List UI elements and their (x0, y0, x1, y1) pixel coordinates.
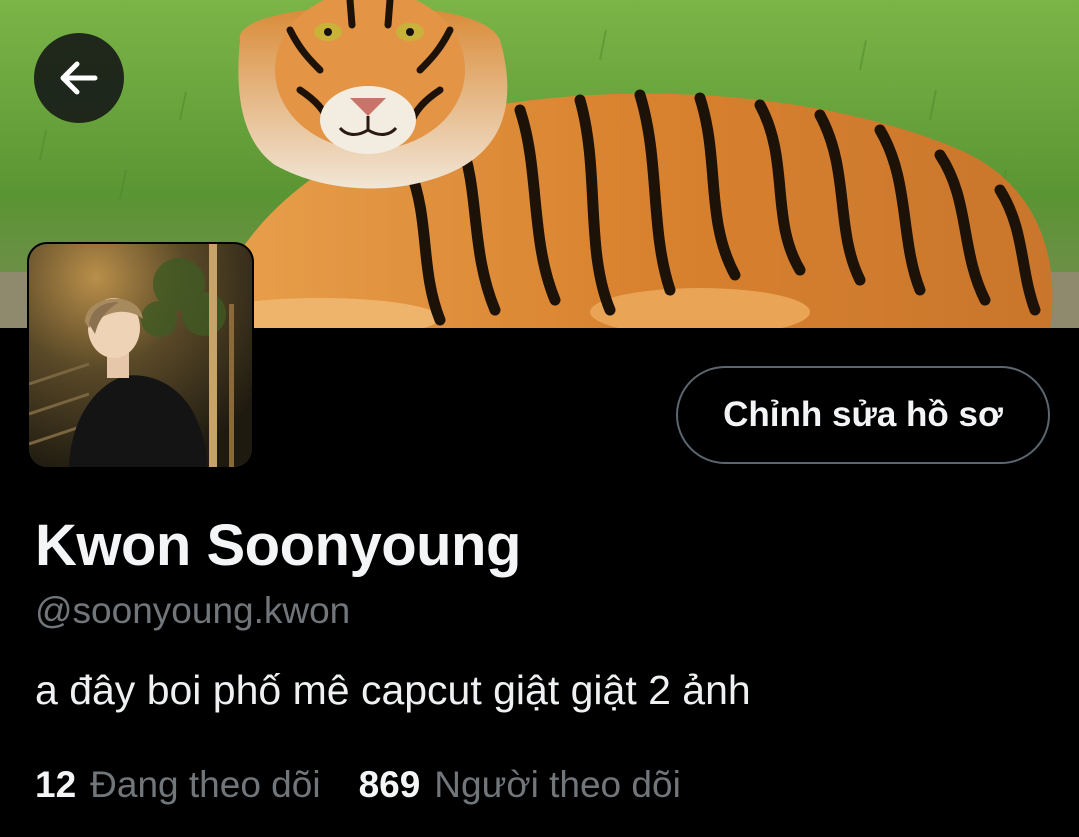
avatar[interactable] (27, 242, 254, 469)
arrow-left-icon (60, 61, 98, 95)
following-link[interactable]: 12 Đang theo dõi (35, 764, 321, 806)
followers-label: Người theo dõi (434, 764, 681, 805)
username-handle: @soonyoung.kwon (35, 590, 351, 631)
edit-profile-button[interactable]: Chỉnh sửa hồ sơ (676, 366, 1050, 464)
display-name: Kwon Soonyoung (35, 513, 521, 578)
followers-link[interactable]: 869 Người theo dõi (359, 764, 681, 806)
followers-count: 869 (358, 764, 421, 805)
following-count: 12 (35, 764, 77, 805)
back-button[interactable] (34, 33, 124, 123)
following-label: Đang theo dõi (90, 764, 321, 805)
follow-stats: 12 Đang theo dõi 869 Người theo dõi (35, 764, 681, 806)
edit-profile-label: Chỉnh sửa hồ sơ (723, 395, 1003, 434)
profile-bio: a đây boi phố mê capcut giật giật 2 ảnh (35, 667, 751, 713)
profile-photo (29, 244, 252, 467)
profile-screen: Chỉnh sửa hồ sơ Kwon Soonyoung @soonyoun… (0, 0, 1079, 837)
